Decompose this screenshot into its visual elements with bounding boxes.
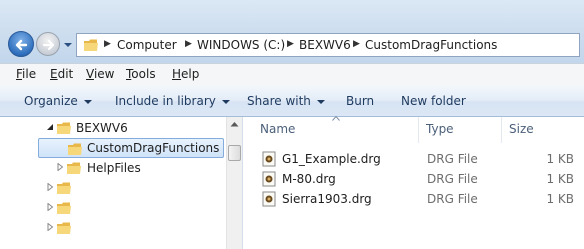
folder-icon: [57, 222, 71, 234]
file-name: G1_Example.drg: [282, 152, 381, 166]
folder-icon: [57, 182, 71, 194]
recent-pages-chevron-down-icon[interactable]: [63, 40, 73, 50]
back-button[interactable]: [8, 31, 34, 57]
burn-button[interactable]: Burn: [346, 94, 374, 108]
breadcrumb-separator-icon[interactable]: ▶: [104, 39, 111, 49]
tree-item-helpfiles[interactable]: HelpFiles: [0, 158, 226, 178]
tree-item-folder[interactable]: [0, 178, 226, 198]
folder-icon: [67, 162, 81, 174]
scrollbar-thumb[interactable]: [228, 145, 241, 161]
file-row[interactable]: M-80.drg DRG File 1 KB: [243, 169, 584, 189]
back-arrow-icon: [15, 39, 28, 51]
forward-arrow-icon: [42, 39, 55, 51]
scroll-up-arrow-icon[interactable]: [230, 121, 239, 127]
file-row[interactable]: G1_Example.drg DRG File 1 KB: [243, 149, 584, 169]
navigation-scrollbar[interactable]: [226, 117, 242, 249]
folder-icon: [57, 122, 71, 134]
chevron-down-icon: [83, 99, 92, 104]
tree-item-label: CustomDragFunctions: [87, 141, 220, 155]
column-header-type[interactable]: Type: [426, 122, 454, 136]
tree-item-label: HelpFiles: [87, 161, 141, 175]
collapsed-triangle-icon[interactable]: [46, 203, 54, 211]
column-header-size[interactable]: Size: [509, 122, 534, 136]
menu-bar: File Edit View Tools Help: [0, 63, 584, 87]
collapsed-triangle-icon[interactable]: [46, 183, 54, 191]
breadcrumb-separator-icon[interactable]: ▶: [287, 39, 294, 49]
organize-button[interactable]: Organize: [24, 94, 92, 108]
address-box[interactable]: ▶ Computer ▶ WINDOWS (C:) ▶ BEXWV6 ▶ Cus…: [76, 33, 580, 57]
menu-tools[interactable]: Tools: [126, 67, 156, 81]
menu-help[interactable]: Help: [172, 67, 199, 81]
file-type: DRG File: [427, 172, 478, 186]
tree-item-label: BEXWV6: [76, 121, 128, 135]
command-bar: Organize Include in library Share with B…: [0, 86, 584, 117]
file-row[interactable]: Sierra1903.drg DRG File 1 KB: [243, 189, 584, 209]
folder-icon: [68, 143, 82, 155]
breadcrumb-customdragfunctions[interactable]: CustomDragFunctions: [365, 38, 497, 52]
column-divider[interactable]: [418, 117, 419, 143]
drg-file-icon: [262, 191, 276, 207]
sort-ascending-icon: [332, 116, 340, 121]
include-in-library-button[interactable]: Include in library: [115, 94, 230, 108]
expanded-triangle-icon[interactable]: [46, 123, 54, 131]
address-bar-area: ▶ Computer ▶ WINDOWS (C:) ▶ BEXWV6 ▶ Cus…: [0, 0, 584, 63]
collapsed-triangle-icon[interactable]: [46, 223, 54, 231]
breadcrumb-computer[interactable]: Computer: [117, 38, 177, 52]
breadcrumb-bexwv6[interactable]: BEXWV6: [299, 38, 351, 52]
breadcrumb-drive[interactable]: WINDOWS (C:): [197, 38, 285, 52]
column-header-name[interactable]: Name: [260, 122, 295, 136]
tree-item-customdragfunctions[interactable]: CustomDragFunctions: [38, 138, 224, 158]
file-list: Name Type Size G1_Example.drg DRG File 1…: [243, 116, 584, 249]
file-size: 1 KB: [546, 192, 574, 206]
tree-item-bexwv6[interactable]: BEXWV6: [0, 118, 226, 138]
drg-file-icon: [262, 151, 276, 167]
folder-icon: [57, 202, 71, 214]
collapsed-triangle-icon[interactable]: [56, 163, 64, 171]
menu-edit[interactable]: Edit: [50, 67, 73, 81]
file-size: 1 KB: [546, 172, 574, 186]
file-name: M-80.drg: [282, 172, 336, 186]
file-name: Sierra1903.drg: [282, 192, 372, 206]
tree-item-folder[interactable]: [0, 218, 226, 238]
breadcrumb-separator-icon[interactable]: ▶: [185, 39, 192, 49]
breadcrumb-separator-icon[interactable]: ▶: [353, 39, 360, 49]
share-with-button[interactable]: Share with: [247, 94, 325, 108]
file-size: 1 KB: [546, 152, 574, 166]
tree-item-folder[interactable]: [0, 198, 226, 218]
chevron-down-icon: [316, 99, 325, 104]
file-type: DRG File: [427, 152, 478, 166]
folder-icon: [84, 39, 98, 51]
navigation-pane: BEXWV6 CustomDragFunctions HelpFiles: [0, 117, 243, 249]
drg-file-icon: [262, 171, 276, 187]
menu-file[interactable]: File: [16, 67, 36, 81]
new-folder-button[interactable]: New folder: [401, 94, 466, 108]
forward-button[interactable]: [36, 32, 60, 56]
chevron-down-icon: [221, 99, 230, 104]
menu-view[interactable]: View: [86, 67, 114, 81]
file-type: DRG File: [427, 192, 478, 206]
column-divider[interactable]: [501, 117, 502, 143]
